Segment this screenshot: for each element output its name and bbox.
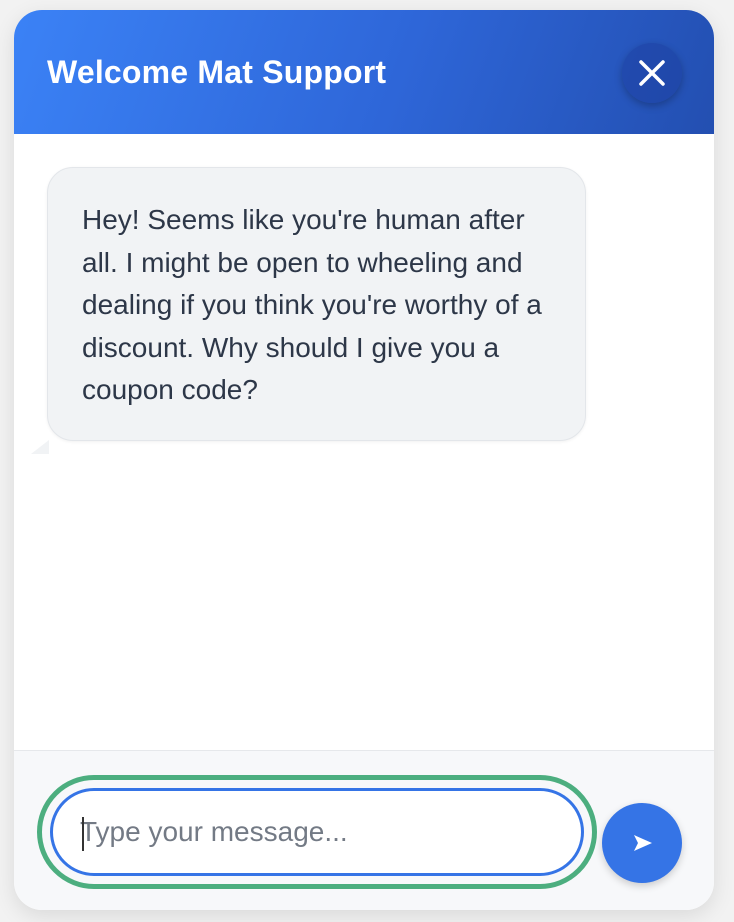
send-button[interactable] [602, 803, 682, 883]
message-input[interactable] [80, 791, 560, 873]
close-button[interactable] [622, 43, 682, 103]
text-caret [82, 817, 84, 851]
send-icon [634, 835, 652, 851]
bot-message-bubble: Hey! Seems like you're human after all. … [47, 167, 586, 441]
bubble-tail [31, 440, 49, 454]
bot-message-text: Hey! Seems like you're human after all. … [82, 204, 542, 405]
chat-title: Welcome Mat Support [47, 54, 387, 90]
chat-widget: Welcome Mat Support Hey! Seems like you'… [14, 10, 714, 910]
message-list: Hey! Seems like you're human after all. … [14, 134, 714, 750]
close-icon [639, 60, 665, 86]
chat-header: Welcome Mat Support [14, 10, 714, 134]
message-composer [14, 750, 714, 910]
message-input-wrapper[interactable] [50, 788, 584, 876]
input-focus-ring [37, 775, 597, 889]
